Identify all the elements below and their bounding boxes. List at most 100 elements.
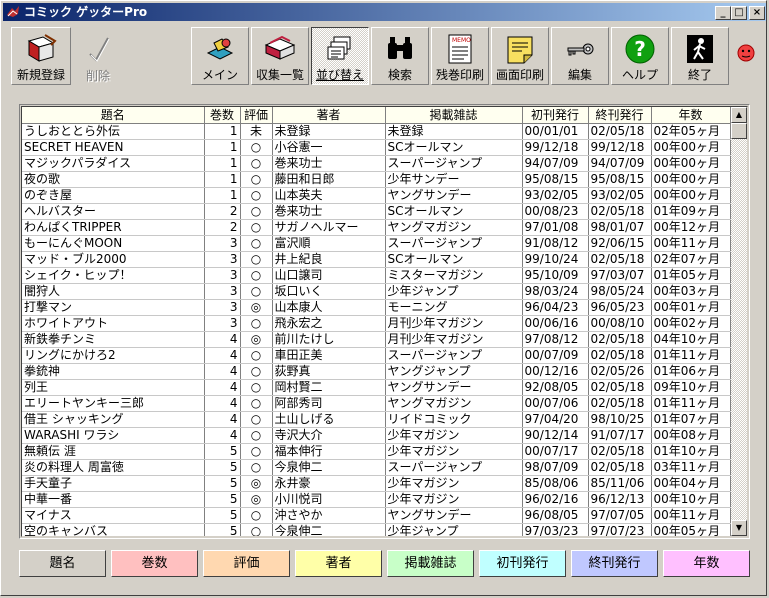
cell-volumes: 2 xyxy=(204,203,241,220)
cell-author: 飛永宏之 xyxy=(272,315,386,332)
exit-door-icon xyxy=(687,35,713,63)
collection-list-button[interactable]: 収集一覧 xyxy=(251,27,309,85)
delete-button[interactable]: 削除 xyxy=(73,27,123,85)
cell-first-issue: 97/03/23 xyxy=(522,523,589,536)
column-header-last-issue[interactable]: 終刊発行 xyxy=(588,107,652,124)
table-row[interactable]: マッド・ブル2000 3 ○ 井上紀良 SCオールマン 99/10/24 02/05/18 0… xyxy=(22,251,731,268)
vertical-scrollbar[interactable]: ▲ ▼ xyxy=(731,107,747,536)
key-icon xyxy=(567,43,594,56)
new-book-icon xyxy=(27,34,57,62)
cell-magazine: SCオールマン xyxy=(385,203,523,220)
cell-rating: ○ xyxy=(240,459,273,476)
table-row[interactable]: 無頼伝 涯 5 ○ 福本伸行 少年マガジン 00/07/17 02/05/18 01年10ヶ月 xyxy=(22,443,731,460)
cell-first-issue: 98/07/09 xyxy=(522,459,589,476)
close-button[interactable]: × xyxy=(749,6,765,20)
memo-icon: MEMO xyxy=(448,34,472,64)
window-title: コミック ゲッターPro xyxy=(24,5,148,19)
column-header-rating[interactable]: 評価 xyxy=(240,107,273,124)
table-row[interactable]: 炎の料理人 周富徳 5 ○ 今泉伸二 スーパージャンプ 98/07/09 02/05/18 0… xyxy=(22,459,731,476)
cell-magazine: ヤングジャンプ xyxy=(385,363,523,380)
cell-years: 02年07ヶ月 xyxy=(651,251,731,268)
cell-magazine: リイドコミック xyxy=(385,411,523,428)
cell-last-issue: 98/05/24 xyxy=(588,283,652,300)
table-row[interactable]: シェイク・ヒップ！ 3 ○ 山口譲司 ミスターマガジン 95/10/09 97/03/07 0… xyxy=(22,267,731,284)
new-entry-button[interactable]: 新規登録 xyxy=(11,27,71,85)
cell-magazine: ヤングマガジン xyxy=(385,219,523,236)
cell-title: WARASHI ワラシ xyxy=(22,427,205,444)
help-button[interactable]: ? ヘルプ xyxy=(611,27,669,85)
print-screen-button[interactable]: 画面印刷 xyxy=(491,27,549,85)
scroll-up-button[interactable]: ▲ xyxy=(731,107,747,123)
cell-first-issue: 00/06/16 xyxy=(522,315,589,332)
cell-author: 福本伸行 xyxy=(272,443,386,460)
minimize-button[interactable]: _ xyxy=(715,6,731,20)
maximize-button[interactable]: □ xyxy=(731,6,747,20)
table-row[interactable]: リングにかけろ2 4 ○ 車田正美 スーパージャンプ 00/07/09 02/05/18 01… xyxy=(22,347,731,364)
column-header-volumes[interactable]: 巻数 xyxy=(204,107,241,124)
column-header-first-issue[interactable]: 初刊発行 xyxy=(522,107,589,124)
cell-volumes: 5 xyxy=(204,459,241,476)
sort-title-button[interactable]: 題名 xyxy=(19,550,106,577)
sort-author-button[interactable]: 著者 xyxy=(295,550,382,577)
sort-rating-button[interactable]: 評価 xyxy=(203,550,290,577)
table-row[interactable]: 新鉄拳チンミ 4 ◎ 前川たけし 月刊少年マガジン 97/08/12 02/05/18 04年… xyxy=(22,331,731,348)
table-row[interactable]: 列王 4 ○ 岡村賢二 ヤングサンデー 92/08/05 02/05/18 09年10ヶ月 xyxy=(22,379,731,396)
cell-rating: ○ xyxy=(240,523,273,536)
table-row[interactable]: 借王 シャッキング 4 ○ 土山しげる リイドコミック 97/04/20 98/10/25 0… xyxy=(22,411,731,428)
cell-title: のぞき屋 xyxy=(22,187,205,204)
sort-first-issue-button[interactable]: 初刊発行 xyxy=(479,550,566,577)
table-row[interactable]: SECRET HEAVEN 1 ○ 小谷憲一 SCオールマン 99/12/18 99/12/… xyxy=(22,139,731,156)
cell-author: 前川たけし xyxy=(272,331,386,348)
table-row[interactable]: 闇狩人 3 ○ 坂口いく 少年ジャンプ 98/03/24 98/05/24 00年03ヶ月 xyxy=(22,283,731,300)
search-button[interactable]: 検索 xyxy=(371,27,429,85)
sort-volumes-button[interactable]: 巻数 xyxy=(111,550,198,577)
cell-title: 空のキャンバス xyxy=(22,523,205,536)
table-row[interactable]: ホワイトアウト 3 ○ 飛永宏之 月刊少年マガジン 00/06/16 00/08/10 00年… xyxy=(22,315,731,332)
table-row[interactable]: もーにんぐMOON 3 ○ 富沢順 スーパージャンプ 91/08/12 92/06/15 00… xyxy=(22,235,731,252)
table-row[interactable]: マジックパラダイス 1 ○ 巻来功士 スーパージャンプ 94/07/09 94/07/09 0… xyxy=(22,155,731,172)
table-row[interactable]: 手天童子 5 ◎ 永井豪 少年マガジン 85/08/06 85/11/06 00年04ヶ月 xyxy=(22,475,731,492)
sort-button[interactable]: 並び替え xyxy=(311,27,369,85)
column-header-years[interactable]: 年数 xyxy=(651,107,731,124)
column-header-magazine[interactable]: 掲載雑誌 xyxy=(385,107,523,124)
cell-title: 借王 シャッキング xyxy=(22,411,205,428)
cell-title: もーにんぐMOON xyxy=(22,235,205,252)
cell-volumes: 3 xyxy=(204,283,241,300)
column-header-author[interactable]: 著者 xyxy=(272,107,386,124)
cell-years: 00年03ヶ月 xyxy=(651,283,731,300)
table-row[interactable]: 打撃マン 3 ◎ 山本康人 モーニング 96/04/23 96/05/23 00年01ヶ月 xyxy=(22,299,731,316)
sort-years-button[interactable]: 年数 xyxy=(663,550,750,577)
table-row[interactable]: エリートヤンキー三郎 4 ○ 阿部秀司 ヤングマガジン 00/07/06 02/05/18 0… xyxy=(22,395,731,412)
scroll-thumb[interactable] xyxy=(731,123,747,139)
cell-first-issue: 99/12/18 xyxy=(522,139,589,156)
cell-title: シェイク・ヒップ！ xyxy=(22,267,205,284)
table-row[interactable]: 夜の歌 1 ○ 藤田和日郎 少年サンデー 95/08/15 95/08/15 00年00ヶ月 xyxy=(22,171,731,188)
column-header-title[interactable]: 題名 xyxy=(22,107,205,124)
table-row[interactable]: のぞき屋 1 ○ 山本英夫 ヤングサンデー 93/02/05 93/02/05 00年00ヶ月 xyxy=(22,187,731,204)
cell-last-issue: 97/07/05 xyxy=(588,507,652,524)
title-bar: コミック ゲッターPro _ □ × xyxy=(3,3,766,21)
table-row[interactable]: うしおととら外伝 1 未未登録 未登録 00/01/01 02/05/18 02年05ヶ月 xyxy=(22,123,731,140)
exit-button[interactable]: 終了 xyxy=(671,27,729,85)
cell-first-issue: 00/08/23 xyxy=(522,203,589,220)
sort-magazine-button[interactable]: 掲載雑誌 xyxy=(387,550,474,577)
edit-button[interactable]: 編集 xyxy=(551,27,609,85)
cell-years: 01年11ヶ月 xyxy=(651,347,731,364)
table-row[interactable]: 中華一番 5 ◎ 小川悦司 少年マガジン 96/02/16 96/12/13 00年10ヶ月 xyxy=(22,491,731,508)
sort-last-issue-button[interactable]: 終刊発行 xyxy=(571,550,658,577)
cell-volumes: 3 xyxy=(204,315,241,332)
cell-years: 00年04ヶ月 xyxy=(651,475,731,492)
cell-title: 手天童子 xyxy=(22,475,205,492)
table-header-row: 題名 巻数 評価 著者 掲載雑誌 初刊発行 終刊発行 年数 xyxy=(22,107,731,124)
cell-volumes: 1 xyxy=(204,155,241,172)
table-row[interactable]: ヘルバスター 2 ○ 巻来功士 SCオールマン 00/08/23 02/05/18 01年09… xyxy=(22,203,731,220)
table-row[interactable]: 拳銃神 4 ○ 荻野真 ヤングジャンプ 00/12/16 02/05/26 01年06ヶ月 xyxy=(22,363,731,380)
table-row[interactable]: わんぱくTRIPPER 2 ○ サガノヘルマー ヤングマガジン 97/01/08 98/01… xyxy=(22,219,731,236)
main-button[interactable]: メイン xyxy=(191,27,249,85)
edit-label: 編集 xyxy=(567,68,592,82)
scroll-down-button[interactable]: ▼ xyxy=(731,520,747,536)
print-remaining-button[interactable]: MEMO 残巻印刷 xyxy=(431,27,489,85)
table-row[interactable]: 空のキャンバス 5 ○ 今泉伸二 少年ジャンプ 97/03/23 97/07/23 00年05… xyxy=(22,523,731,536)
table-row[interactable]: WARASHI ワラシ 4 ○ 寺沢大介 少年マガジン 90/12/14 91/07/17 0… xyxy=(22,427,731,444)
table-row[interactable]: マイナス 5 ○ 沖さやか ヤングサンデー 96/08/05 97/07/05 00年11ヶ月 xyxy=(22,507,731,524)
